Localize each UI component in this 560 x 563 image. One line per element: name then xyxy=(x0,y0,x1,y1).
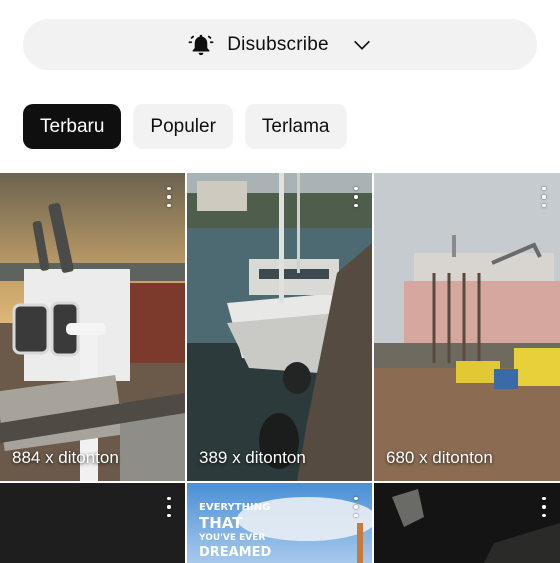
promo-text: EVERYTHING THAT YOU'VE EVER DREAMED xyxy=(199,502,272,560)
chip-terbaru[interactable]: Terbaru xyxy=(23,104,122,149)
chip-populer[interactable]: Populer xyxy=(133,104,233,149)
view-count: 680 x ditonton xyxy=(386,448,493,467)
promo-line: EVERYTHING xyxy=(199,502,271,513)
video-tile[interactable] xyxy=(374,483,560,563)
chip-terlama[interactable]: Terlama xyxy=(244,104,347,149)
video-thumbnail xyxy=(187,173,372,481)
video-thumbnail xyxy=(374,483,560,563)
more-options-icon[interactable] xyxy=(538,187,550,207)
chevron-down-icon xyxy=(351,34,373,56)
subscription-button[interactable]: Disubscribe xyxy=(23,19,537,70)
more-options-icon[interactable] xyxy=(163,497,175,517)
video-thumbnail xyxy=(374,173,560,481)
more-options-icon[interactable] xyxy=(538,497,550,517)
more-options-icon[interactable] xyxy=(163,187,175,207)
video-tile[interactable]: EVERYTHING THAT YOU'VE EVER DREAMED xyxy=(187,483,372,563)
view-count: 884 x ditonton xyxy=(12,448,119,467)
promo-line: DREAMED xyxy=(199,545,272,560)
sort-chips: Terbaru Populer Terlama xyxy=(23,104,347,149)
promo-line: THAT xyxy=(199,514,243,532)
video-tile[interactable]: 389 x ditonton xyxy=(187,173,372,481)
video-tile[interactable]: 680 x ditonton xyxy=(374,173,560,481)
more-options-icon[interactable] xyxy=(350,497,362,517)
promo-line: YOU'VE EVER xyxy=(199,533,266,543)
more-options-icon[interactable] xyxy=(350,187,362,207)
video-tile[interactable] xyxy=(0,483,185,563)
video-thumbnail xyxy=(0,173,185,481)
subscription-label: Disubscribe xyxy=(227,33,329,55)
video-tile[interactable]: 884 x ditonton xyxy=(0,173,185,481)
view-count: 389 x ditonton xyxy=(199,448,306,467)
bell-icon xyxy=(187,31,215,59)
